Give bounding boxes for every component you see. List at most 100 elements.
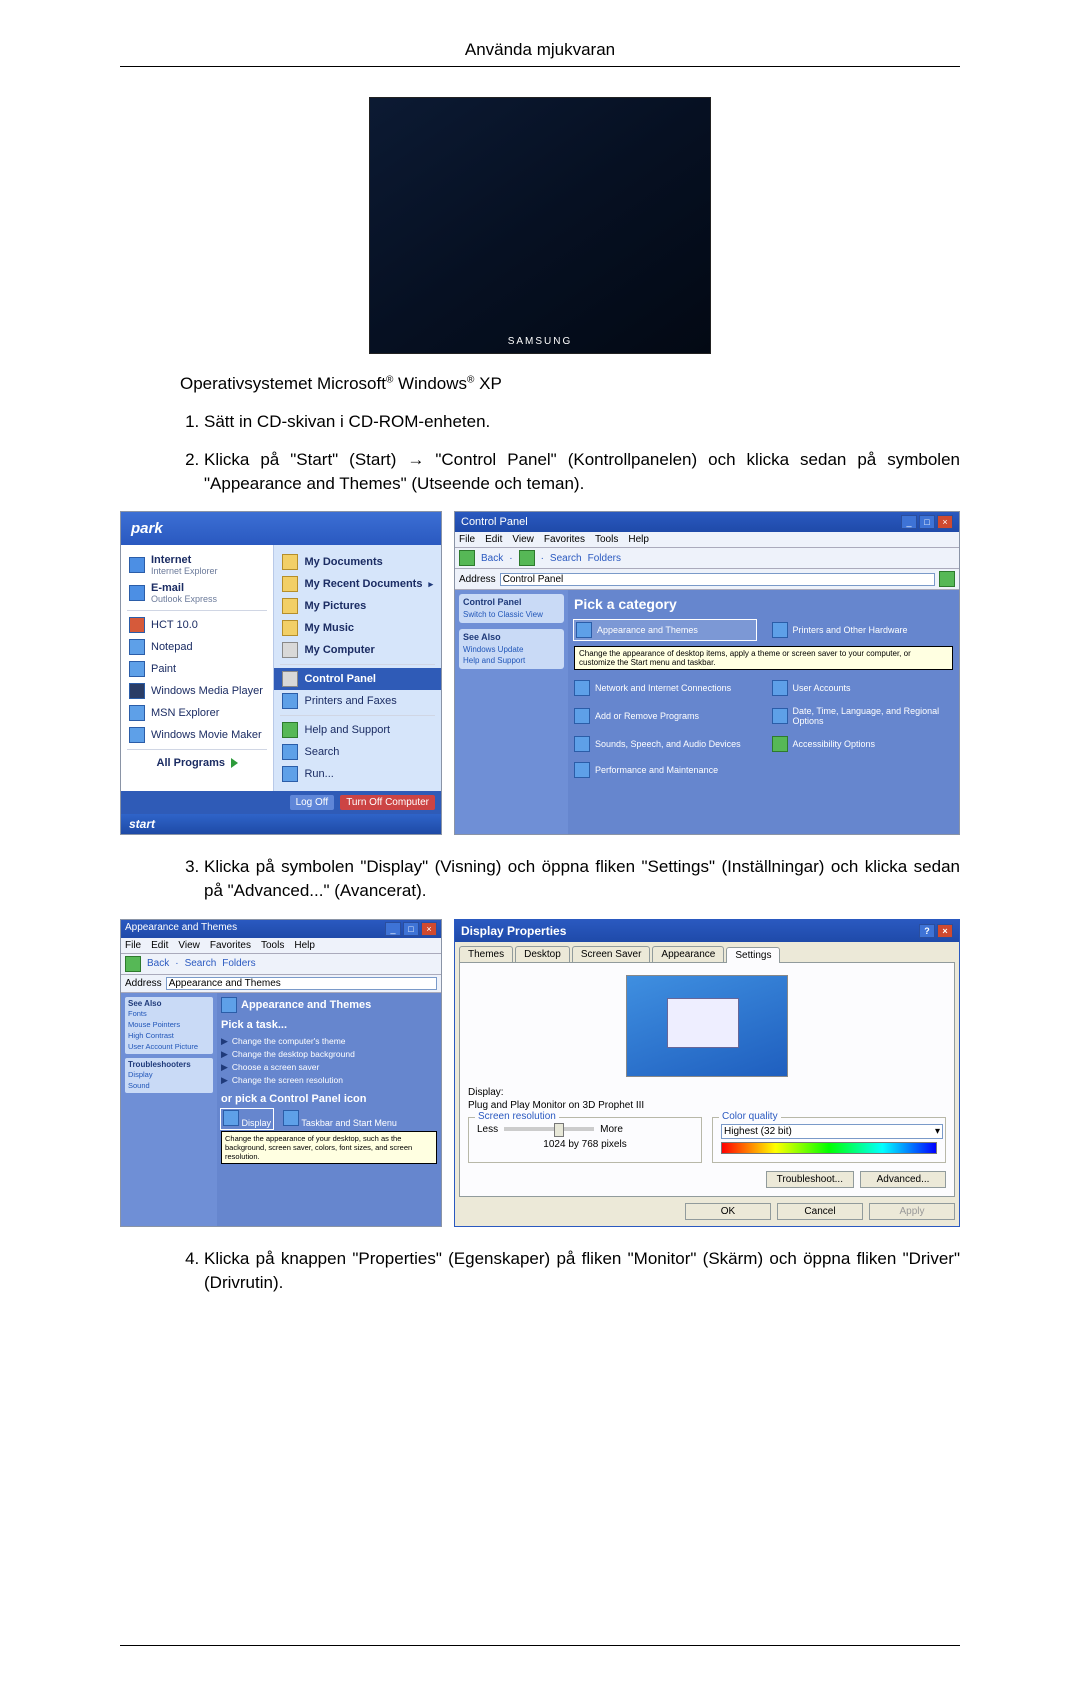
sm-wmp[interactable]: Windows Media Player — [121, 680, 273, 702]
tab-desktop[interactable]: Desktop — [515, 946, 570, 962]
sm-run[interactable]: Run... — [274, 763, 441, 785]
dp-ok-button[interactable]: OK — [685, 1203, 771, 1220]
menu-tools[interactable]: Tools — [595, 534, 618, 545]
sm-run-label: Run... — [304, 768, 333, 780]
at-max[interactable]: □ — [403, 922, 419, 936]
dp-apply-button[interactable]: Apply — [869, 1203, 955, 1220]
sm-hct[interactable]: HCT 10.0 — [121, 614, 273, 636]
sm-help[interactable]: Help and Support — [274, 719, 441, 741]
cat-users[interactable]: User Accounts — [772, 680, 954, 696]
max-button[interactable]: □ — [919, 515, 935, 529]
min-button[interactable]: _ — [901, 515, 917, 529]
dp-cq-select[interactable]: Highest (32 bit)▾ — [721, 1124, 943, 1139]
sm-search[interactable]: Search — [274, 741, 441, 763]
display-icon — [223, 1110, 239, 1126]
at-close[interactable]: × — [421, 922, 437, 936]
at-m-edit[interactable]: Edit — [151, 940, 168, 951]
tb-back[interactable]: Back — [481, 553, 503, 564]
at-side2-0[interactable]: Display — [128, 1069, 210, 1080]
at-side1-1[interactable]: Mouse Pointers — [128, 1019, 210, 1030]
tab-themes[interactable]: Themes — [459, 946, 513, 962]
footer-rule — [120, 1645, 960, 1646]
addr-value[interactable]: Control Panel — [500, 573, 935, 586]
dp-res-slider[interactable]: Less More — [477, 1124, 693, 1135]
sm-mymusic[interactable]: My Music — [274, 617, 441, 639]
cat-sound[interactable]: Sounds, Speech, and Audio Devices — [574, 736, 756, 752]
tab-settings[interactable]: Settings — [726, 947, 780, 963]
at-icon-display[interactable]: Display — [221, 1109, 273, 1129]
menu-fav[interactable]: Favorites — [544, 534, 585, 545]
sm-internet[interactable]: Internet Internet Explorer — [121, 551, 273, 579]
at-m-file[interactable]: File — [125, 940, 141, 951]
tb-search[interactable]: Search — [550, 553, 582, 564]
cp-switch-classic[interactable]: Switch to Classic View — [463, 609, 560, 620]
tab-screensaver[interactable]: Screen Saver — [572, 946, 651, 962]
dp-advanced-button[interactable]: Advanced... — [860, 1171, 946, 1188]
fwd-icon[interactable] — [519, 550, 535, 566]
sm-mycomp[interactable]: My Computer — [274, 639, 441, 661]
at-icon-taskbar[interactable]: Taskbar and Start Menu — [283, 1110, 397, 1128]
sm-paint[interactable]: Paint — [121, 658, 273, 680]
menu-view[interactable]: View — [512, 534, 534, 545]
sm-printers[interactable]: Printers and Faxes — [274, 690, 441, 712]
cat-access[interactable]: Accessibility Options — [772, 736, 954, 752]
cp-title: Control Panel — [461, 516, 528, 528]
cat-appearance[interactable]: Appearance and Themes — [574, 620, 756, 640]
taskbar-start[interactable]: start — [121, 814, 441, 834]
cat-perf[interactable]: Performance and Maintenance — [574, 762, 756, 778]
steps-list-2: Klicka på symbolen "Display" (Visning) o… — [180, 855, 960, 903]
cat-printers[interactable]: Printers and Other Hardware — [772, 620, 954, 640]
at-addr-value[interactable]: Appearance and Themes — [166, 977, 437, 990]
sm-all-programs[interactable]: All Programs — [121, 753, 273, 773]
sm-email[interactable]: E-mail Outlook Express — [121, 579, 273, 607]
cat-add-remove[interactable]: Add or Remove Programs — [574, 706, 756, 726]
back-icon[interactable] — [459, 550, 475, 566]
sm-msn[interactable]: MSN Explorer — [121, 702, 273, 724]
at-m-view[interactable]: View — [178, 940, 200, 951]
menu-edit[interactable]: Edit — [485, 534, 502, 545]
mypics-icon — [282, 598, 298, 614]
sm-mypics[interactable]: My Pictures — [274, 595, 441, 617]
at-task-3[interactable]: ▶Change the screen resolution — [221, 1074, 437, 1087]
at-back[interactable]: Back — [147, 958, 169, 969]
at-task-2[interactable]: ▶Choose a screen saver — [221, 1061, 437, 1074]
at-m-tools[interactable]: Tools — [261, 940, 284, 951]
at-side1-3[interactable]: User Account Picture — [128, 1041, 210, 1052]
screenshot-row-1: park Internet Internet Explorer E-mail — [120, 511, 960, 835]
at-side1-2[interactable]: High Contrast — [128, 1030, 210, 1041]
cat-date[interactable]: Date, Time, Language, and Regional Optio… — [772, 706, 954, 726]
dp-troubleshoot-button[interactable]: Troubleshoot... — [766, 1171, 854, 1188]
cp-help[interactable]: Help and Support — [463, 655, 560, 666]
cp-winup[interactable]: Windows Update — [463, 644, 560, 655]
dp-help-button[interactable]: ? — [919, 924, 935, 938]
sm-control-panel[interactable]: Control Panel — [274, 668, 441, 690]
close-button[interactable]: × — [937, 515, 953, 529]
cat-network[interactable]: Network and Internet Connections — [574, 680, 756, 696]
at-side1-0[interactable]: Fonts — [128, 1008, 210, 1019]
at-m-fav[interactable]: Favorites — [210, 940, 251, 951]
at-back-icon[interactable] — [125, 956, 141, 972]
dp-close-button[interactable]: × — [937, 924, 953, 938]
turnoff-button[interactable]: Turn Off Computer — [340, 795, 435, 810]
at-task-h: Pick a task... — [221, 1019, 437, 1031]
sm-notepad[interactable]: Notepad — [121, 636, 273, 658]
sm-wmm[interactable]: Windows Movie Maker — [121, 724, 273, 746]
at-search[interactable]: Search — [185, 958, 217, 969]
tb-folders[interactable]: Folders — [588, 553, 621, 564]
sm-mydocs[interactable]: My Documents — [274, 551, 441, 573]
at-m-help[interactable]: Help — [294, 940, 315, 951]
tab-appearance[interactable]: Appearance — [652, 946, 724, 962]
sm-recent[interactable]: My Recent Documents▸ — [274, 573, 441, 595]
at-folders[interactable]: Folders — [222, 958, 255, 969]
at-task-1[interactable]: ▶Change the desktop background — [221, 1048, 437, 1061]
dp-cancel-button[interactable]: Cancel — [777, 1203, 863, 1220]
net-icon — [574, 680, 590, 696]
logoff-button[interactable]: Log Off — [290, 795, 335, 810]
at-side2-1[interactable]: Sound — [128, 1080, 210, 1091]
menu-help[interactable]: Help — [628, 534, 649, 545]
at-task-0[interactable]: ▶Change the computer's theme — [221, 1035, 437, 1048]
paint-icon — [129, 661, 145, 677]
menu-file[interactable]: File — [459, 534, 475, 545]
at-min[interactable]: _ — [385, 922, 401, 936]
go-icon[interactable] — [939, 571, 955, 587]
